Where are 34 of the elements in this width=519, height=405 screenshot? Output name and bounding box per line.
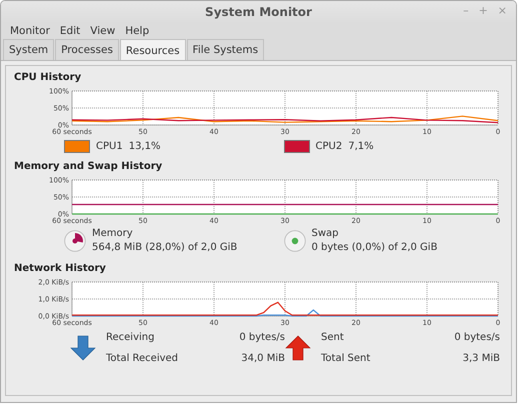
legend-value: 0 bytes/s [239, 332, 285, 343]
legend-value: 7,1% [348, 141, 374, 152]
menu-item[interactable]: Monitor [5, 24, 55, 38]
legend-value: 3,3 MiB [462, 353, 500, 364]
menu-item[interactable]: View [85, 24, 120, 38]
tab[interactable]: Processes [55, 39, 119, 60]
legend-value: 564,8 MiB (28,0%) of 2,0 GiB [92, 242, 238, 253]
legend-label: CPU2 [316, 141, 342, 152]
dot-icon[interactable] [284, 230, 306, 252]
section-heading: Network History [14, 263, 106, 274]
pie-icon[interactable] [64, 230, 86, 252]
down-arrow-icon[interactable] [70, 335, 96, 361]
legend-label: Memory [92, 228, 133, 239]
legend-label: Total Received [106, 353, 180, 364]
window-title: System Monitor [205, 5, 312, 19]
tab[interactable]: File Systems [186, 39, 264, 60]
legend-label: Sent [321, 332, 345, 343]
legend-value: 0 bytes/s [454, 332, 500, 343]
tab[interactable]: Resources [120, 39, 186, 60]
section-heading: CPU History [14, 72, 82, 83]
legend-value: 34,0 MiB [240, 353, 285, 364]
section-heading: Memory and Swap History [14, 161, 162, 172]
legend-value: 13,1% [128, 141, 160, 152]
legend-label: Receiving [106, 332, 156, 343]
menu-item[interactable]: Edit [54, 24, 86, 38]
legend-label: Swap [312, 228, 339, 239]
legend-label: CPU1 [96, 141, 123, 152]
color-swatch[interactable] [284, 140, 310, 153]
legend-value: 0 bytes (0,0%) of 2,0 GiB [312, 242, 438, 253]
legend-label: Total Sent [321, 353, 372, 364]
menu-item[interactable]: Help [120, 24, 154, 38]
color-swatch[interactable] [64, 140, 90, 153]
tab[interactable]: System [3, 39, 54, 60]
up-arrow-icon[interactable] [285, 335, 311, 361]
